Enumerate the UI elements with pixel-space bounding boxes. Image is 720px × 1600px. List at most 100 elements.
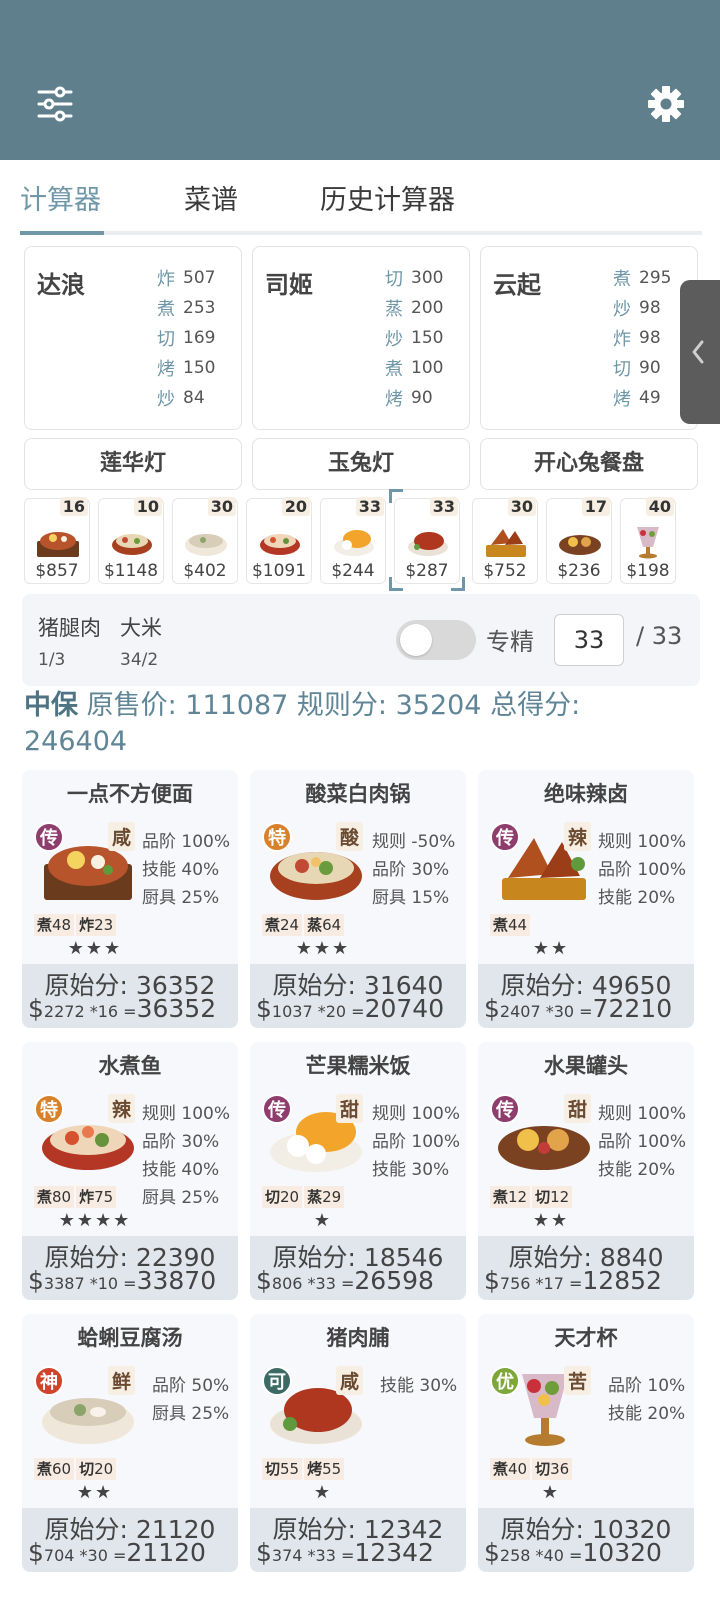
dish-strip: 16 $857 10 $1148 30 $402 20 $1091 33 $24… bbox=[24, 489, 704, 591]
score-box: 原始分: 12342 $374 *33 =12342 bbox=[250, 1508, 466, 1572]
specialize-toggle[interactable] bbox=[396, 620, 476, 660]
star-rating: ★★★★ bbox=[58, 1210, 132, 1231]
skill-row: 煮 253 bbox=[157, 293, 215, 323]
requirement-skill: 煮 bbox=[493, 1188, 509, 1206]
skill-row: 切 90 bbox=[613, 353, 671, 383]
requirement-value: 29 bbox=[322, 1188, 342, 1206]
chef-card[interactable]: 云起 煮 295 炒 98 炸 98 切 90 烤 49 bbox=[480, 246, 698, 430]
ingredient-name: 猪腿肉 bbox=[38, 616, 101, 640]
recipe-title: 蛤蜊豆腐汤 bbox=[77, 1326, 183, 1350]
skill-row: 炒 150 bbox=[385, 323, 443, 353]
skill-row: 煮 295 bbox=[613, 263, 671, 293]
recipe-card[interactable]: 水果罐头传甜规则 100% 品阶 100% 技能 20% 煮12 切12 ★★ 原始分: 8… bbox=[478, 1042, 694, 1300]
card-total: 36352 bbox=[136, 994, 217, 1023]
bonus-list: 技能 30% bbox=[380, 1372, 457, 1400]
tab-calculator[interactable]: 计算器 bbox=[20, 178, 101, 217]
multiplier: *17 bbox=[535, 1274, 564, 1293]
dollar-icon: $ bbox=[256, 994, 272, 1023]
bonus-list: 规则 100% 品阶 100% 技能 20% bbox=[598, 1100, 686, 1184]
bonus-line: 技能 40% bbox=[142, 860, 220, 880]
recipe-card[interactable]: 酸菜白肉锅特酸规则 -50% 品阶 30% 厨具 15% 煮24 蒸64 ★★★ 原始分: … bbox=[250, 770, 466, 1028]
skill-value: 300 bbox=[411, 268, 444, 288]
side-drawer-handle[interactable] bbox=[680, 280, 720, 424]
total-score: 246404 bbox=[24, 726, 128, 757]
recipe-card[interactable]: 绝味辣卤传 辣规则 100% 品阶 100% 技能 20% 煮44 ★★ 原始分: 4965… bbox=[478, 770, 694, 1028]
dish-thumbnail[interactable]: 16 $857 bbox=[24, 497, 90, 584]
chef-card[interactable]: 司姬 切 300 蒸 200 炒 150 煮 100 烤 90 bbox=[252, 246, 470, 430]
skill-value: 90 bbox=[411, 388, 433, 408]
soup-bowl-icon bbox=[185, 534, 227, 556]
bonus-line: 技能 20% bbox=[598, 888, 676, 908]
recipe-card[interactable]: 芒果糯米饭传甜规则 100% 品阶 100% 技能 30% 切20 蒸29 ★ 原始分: 1… bbox=[250, 1042, 466, 1300]
dish-thumbnail[interactable]: 30 $402 bbox=[172, 497, 238, 584]
settings-button[interactable] bbox=[646, 84, 686, 124]
chef-card[interactable]: 达浪 炸 507 煮 253 切 169 烤 150 炒 84 bbox=[24, 246, 242, 430]
chevron-left-icon bbox=[692, 340, 704, 364]
summary-scores: 原售价: 111087 规则分: 35204 总得分: bbox=[78, 690, 581, 721]
skill-value: 90 bbox=[639, 358, 661, 378]
flavor-badge: 酸 bbox=[336, 822, 364, 851]
canned-fruit-icon bbox=[559, 535, 601, 555]
skill-type: 炸 bbox=[613, 329, 631, 350]
flavor-badge: 苦 bbox=[564, 1366, 592, 1395]
requirement-skill: 切 bbox=[265, 1188, 281, 1206]
rarity-badge: 传 bbox=[262, 1094, 292, 1124]
recipe-card[interactable]: 水煮鱼特辣规则 100% 品阶 30% 技能 40% 厨具 25% 煮80 炸75 ★★★★… bbox=[22, 1042, 238, 1300]
skill-requirement: 煮80 bbox=[34, 1186, 75, 1208]
recipe-card[interactable]: 蛤蜊豆腐汤神鲜品阶 50% 厨具 25% 煮60 切20 ★★ 原始分: 21120 $70… bbox=[22, 1314, 238, 1572]
dish-price: $402 bbox=[183, 561, 227, 581]
score-box: 原始分: 8840 $756 *17 =12852 bbox=[478, 1236, 694, 1300]
skill-type: 蒸 bbox=[385, 299, 403, 320]
skill-value: 49 bbox=[639, 388, 661, 408]
dish-thumbnail[interactable]: 33 $244 bbox=[320, 497, 386, 584]
score-summary: 中保 原售价: 111087 规则分: 35204 总得分: 246404 bbox=[24, 688, 704, 760]
tab-recipes[interactable]: 菜谱 bbox=[184, 178, 238, 217]
flavor-badge: 辣 bbox=[108, 1094, 136, 1123]
skill-value: 150 bbox=[411, 328, 444, 348]
dish-thumbnail[interactable]: 17 $236 bbox=[546, 497, 612, 584]
equals-sign: = bbox=[113, 1546, 127, 1565]
star-rating: ★★★ bbox=[295, 938, 351, 959]
recipe-card[interactable]: 天才杯优苦品阶 10% 技能 20% 煮40 切36 ★ 原始分: 10320 $258 *… bbox=[478, 1314, 694, 1572]
dish-thumbnail-selected[interactable]: 33 $287 bbox=[389, 489, 465, 591]
multiplier: *40 bbox=[535, 1546, 564, 1565]
filter-menu-button[interactable] bbox=[36, 86, 74, 122]
dish-thumbnail[interactable]: 10 $1148 bbox=[98, 497, 164, 584]
unit-price: 1037 bbox=[271, 1002, 313, 1021]
equipment-slot[interactable]: 开心兔餐盘 bbox=[480, 438, 698, 490]
requirement-skill: 煮 bbox=[493, 916, 509, 934]
dish-thumbnail[interactable]: 40 $198 bbox=[620, 497, 676, 584]
skill-row: 烤 49 bbox=[613, 383, 671, 413]
recipe-title: 水煮鱼 bbox=[98, 1054, 162, 1078]
multiplier: *10 bbox=[89, 1274, 119, 1293]
dish-count: 33 bbox=[355, 497, 384, 516]
equipment-slot[interactable]: 玉兔灯 bbox=[252, 438, 470, 490]
dollar-icon: $ bbox=[28, 994, 44, 1023]
chef-skill-list: 煮 295 炒 98 炸 98 切 90 烤 49 bbox=[613, 263, 671, 413]
chef-name: 达浪 bbox=[37, 271, 85, 299]
skill-value: 100 bbox=[411, 358, 444, 378]
multiplier: *30 bbox=[79, 1546, 108, 1565]
equipment-slot[interactable]: 莲华灯 bbox=[24, 438, 242, 490]
dollar-icon: $ bbox=[28, 1538, 44, 1567]
dish-thumbnail[interactable]: 20 $1091 bbox=[246, 497, 312, 584]
bonus-line: 品阶 50% bbox=[152, 1376, 230, 1396]
recipe-card[interactable]: 一点不方便面传咸品阶 100% 技能 40% 厨具 25% 煮48 炸23 ★★★ 原始分:… bbox=[22, 770, 238, 1028]
tab-divider bbox=[20, 231, 702, 235]
dish-price: $857 bbox=[35, 561, 79, 581]
tab-history-calculator[interactable]: 历史计算器 bbox=[320, 178, 455, 217]
dish-count: 30 bbox=[207, 497, 236, 516]
quantity-input[interactable]: 33 bbox=[554, 614, 624, 666]
flavor-badge: 咸 bbox=[336, 1366, 364, 1395]
star-rating: ★ bbox=[541, 1482, 561, 1503]
recipe-card[interactable]: 猪肉脯可咸技能 30% 切55 烤55 ★ 原始分: 12342 $374 *33 =12… bbox=[250, 1314, 466, 1572]
dish-thumbnail[interactable]: 30 $752 bbox=[472, 497, 538, 584]
skill-value: 98 bbox=[639, 328, 661, 348]
score-calculation: $1037 *20 =20740 bbox=[256, 994, 462, 1023]
skill-type: 煮 bbox=[157, 299, 175, 320]
requirement-skill: 炸 bbox=[79, 916, 95, 934]
selection-corner bbox=[389, 489, 403, 503]
requirement-value: 24 bbox=[280, 916, 300, 934]
toggle-knob bbox=[400, 624, 432, 656]
chef-skill-list: 炸 507 煮 253 切 169 烤 150 炒 84 bbox=[157, 263, 215, 413]
